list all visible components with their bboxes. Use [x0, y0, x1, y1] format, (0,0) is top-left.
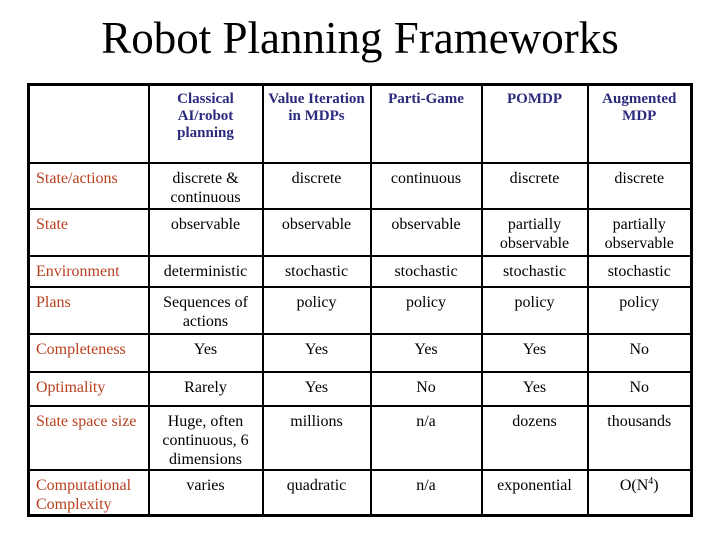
slide-title: Robot Planning Frameworks [101, 13, 619, 63]
table-cell: quadratic [261, 468, 372, 517]
row-label: Optimality [27, 370, 150, 407]
table-cell: partially observable [586, 207, 693, 257]
table-cell: varies [147, 468, 264, 517]
table-cell: millions [261, 404, 372, 471]
table-cell: policy [480, 285, 589, 335]
column-header-parti-game: Parti-Game [369, 83, 483, 164]
table-cell: policy [261, 285, 372, 335]
table-cell: n/a [369, 404, 483, 471]
table-cell: stochastic [261, 254, 372, 288]
table-cell: n/a [369, 468, 483, 517]
table-cell: policy [369, 285, 483, 335]
table-cell: observable [261, 207, 372, 257]
row-label: Environment [27, 254, 150, 288]
table-cell: No [586, 370, 693, 407]
frameworks-comparison-table: Classical AI/robot planning Value Iterat… [27, 83, 693, 517]
table-cell: Sequences of actions [147, 285, 264, 335]
column-header-value-iteration: Value Iteration in MDPs [261, 83, 372, 164]
table-row: State space size Huge, often continuous,… [27, 404, 693, 471]
table-cell: exponential [480, 468, 589, 517]
table-cell: deterministic [147, 254, 264, 288]
table-cell: partially observable [480, 207, 589, 257]
table-row: State/actions discrete & continuous disc… [27, 161, 693, 210]
table-cell: Huge, often continuous, 6 dimensions [147, 404, 264, 471]
column-header-pomdp: POMDP [480, 83, 589, 164]
row-label: Plans [27, 285, 150, 335]
table-cell: discrete & continuous [147, 161, 264, 210]
table-cell: dozens [480, 404, 589, 471]
table-cell: discrete [261, 161, 372, 210]
table-cell: stochastic [586, 254, 693, 288]
table-row: Computational Complexity varies quadrati… [27, 468, 693, 517]
column-header-classical-ai: Classical AI/robot planning [147, 83, 264, 164]
table-cell: thousands [586, 404, 693, 471]
complexity-base: O(N [619, 476, 649, 494]
row-label: Completeness [27, 332, 150, 373]
table-cell: Yes [261, 370, 372, 407]
table-cell: observable [147, 207, 264, 257]
table-cell: stochastic [369, 254, 483, 288]
table-row: Completeness Yes Yes Yes Yes No [27, 332, 693, 373]
table-cell: Yes [369, 332, 483, 373]
table-row: Optimality Rarely Yes No Yes No [27, 370, 693, 407]
corner-cell [27, 83, 150, 164]
row-label: Computational Complexity [27, 468, 150, 517]
table-row: Plans Sequences of actions policy policy… [27, 285, 693, 335]
table-cell: Rarely [147, 370, 264, 407]
table-cell: observable [369, 207, 483, 257]
table-cell: discrete [480, 161, 589, 210]
table-cell: Yes [480, 332, 589, 373]
table-row: State observable observable observable p… [27, 207, 693, 257]
table-cell: discrete [586, 161, 693, 210]
table-row: Environment deterministic stochastic sto… [27, 254, 693, 288]
table-header-row: Classical AI/robot planning Value Iterat… [27, 83, 693, 164]
row-label: State space size [27, 404, 150, 471]
complexity-cell-augmented-mdp: O(N4) [586, 468, 693, 517]
table-cell: No [369, 370, 483, 407]
table-cell: No [586, 332, 693, 373]
table-cell: Yes [147, 332, 264, 373]
table-cell: Yes [480, 370, 589, 407]
row-label: State/actions [27, 161, 150, 210]
table-cell: stochastic [480, 254, 589, 288]
table-cell: Yes [261, 332, 372, 373]
complexity-suffix: ) [653, 476, 659, 494]
table-cell: continuous [369, 161, 483, 210]
table-cell: policy [586, 285, 693, 335]
column-header-augmented-mdp: Augmented MDP [586, 83, 693, 164]
row-label: State [27, 207, 150, 257]
